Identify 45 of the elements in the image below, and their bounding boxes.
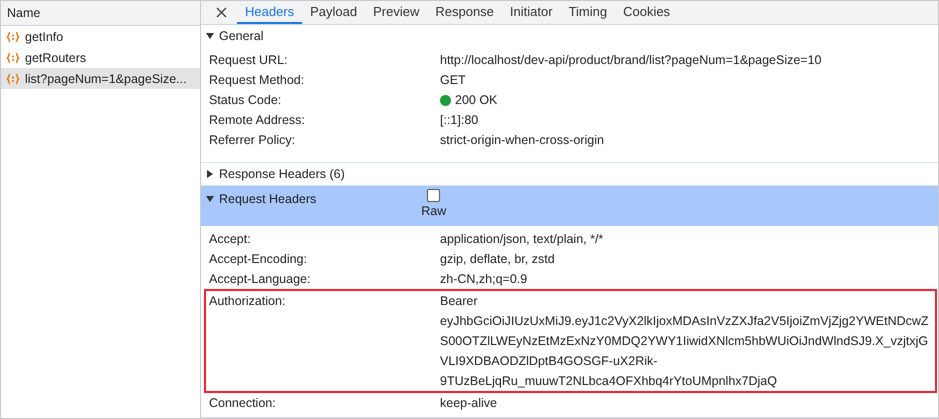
header-value: 9TUzBeLjqRu_muuwT2NLbca4OFXhbq4rYtoUMpnlhx7DjaQ [440, 373, 778, 390]
braces-icon [6, 72, 20, 84]
header-name: Referrer Policy: [208, 132, 296, 149]
expanded-triangle-icon [206, 195, 214, 203]
header-value: gzip, deflate, br, zstd [440, 251, 555, 268]
close-icon[interactable] [216, 7, 226, 18]
header-name: Authorization: [208, 293, 286, 310]
column-header[interactable]: Name [1, 1, 200, 26]
braces-icon [6, 52, 20, 64]
header-name: Remote Address: [208, 112, 306, 129]
header-value: 200 OK [455, 92, 498, 109]
tab[interactable]: Initiator [502, 1, 561, 24]
header-value: keep-alive [440, 395, 497, 412]
section-header[interactable]: Request Headers Raw [201, 186, 938, 226]
header-value: eyJhbGciOiJIUzUxMiJ9.eyJ1c2VyX2lkIjoxMDAsInVzZXJfa2V5IjoiZmVjZjg2YWEtNDcwZ [440, 313, 929, 330]
request-item[interactable]: getInfo [1, 26, 200, 47]
raw-checkbox[interactable] [427, 189, 440, 202]
header-value: [::1]:80 [440, 112, 478, 129]
status-dot-icon [440, 94, 451, 106]
header-name: Accept-Language: [208, 271, 312, 288]
tab[interactable]: Response [427, 1, 502, 24]
header-value: Bearer [440, 293, 479, 310]
tab[interactable]: Cookies [615, 1, 678, 24]
header-value: strict-origin-when-cross-origin [440, 132, 604, 149]
header-value: http://localhost/dev-api/product/brand/list?pageNum=1&pageSize=10 [440, 52, 822, 69]
collapsed-triangle-icon [206, 170, 214, 178]
header-name: Accept: [208, 231, 252, 248]
header-name: Accept-Encoding: [208, 251, 308, 268]
header-name: Connection: [208, 395, 277, 412]
request-item[interactable]: list?pageNum=1&pageSize... [1, 68, 200, 89]
header-name: Request Method: [208, 72, 306, 89]
request-item[interactable]: getRouters [1, 47, 200, 68]
header-value: VLI9XDBAODZlDptB4GOSGF-uX2Rik- [440, 353, 658, 370]
tab[interactable]: Payload [302, 1, 366, 24]
header-value: S00OTZlLWEyNzEtMzExNzY0MDQ2YWY1IiwidXNlcm5hbWUiOiJndWlndSJ9.X_vzjtxjG [440, 333, 929, 350]
raw-label: Raw [421, 204, 446, 218]
header-name: Status Code: [208, 92, 282, 109]
header-value: zh-CN,zh;q=0.9 [440, 271, 528, 288]
tab[interactable]: Timing [560, 1, 616, 24]
expanded-triangle-icon [206, 32, 214, 40]
braces-icon [6, 30, 20, 42]
tab[interactable]: Preview [365, 1, 428, 24]
header-value: GET [440, 72, 466, 89]
header-value: application/json, text/plain, */* [440, 231, 604, 248]
header-name: Request URL: [208, 52, 289, 69]
